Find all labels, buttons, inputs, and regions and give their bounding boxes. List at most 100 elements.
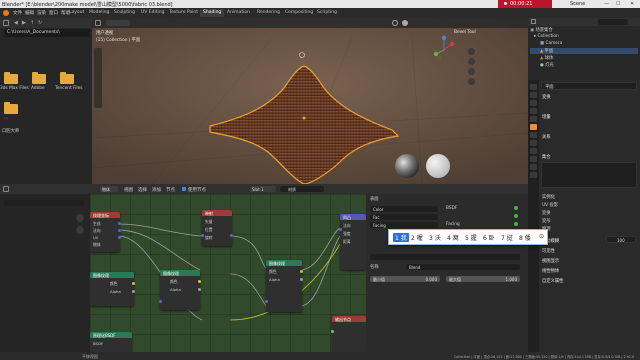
menu-node[interactable]: 节点 (166, 187, 175, 193)
tab-uv-editing[interactable]: UV Editing (138, 9, 167, 17)
close-button[interactable]: ✕ (630, 1, 634, 7)
scene-name[interactable]: Scene (570, 1, 585, 7)
input-socket[interactable] (339, 228, 342, 231)
modifier-tab-icon[interactable] (530, 132, 537, 138)
physics-tab-icon[interactable] (530, 148, 537, 154)
recording-timer[interactable]: 00:00:21 (498, 0, 552, 8)
world-tab-icon[interactable] (530, 116, 537, 122)
zoom-icon[interactable] (468, 48, 475, 55)
tab-layout[interactable]: Layout (66, 9, 87, 17)
section-transform[interactable]: 变换 (542, 94, 551, 100)
tab-animation[interactable]: Animation (224, 9, 253, 17)
output-socket[interactable] (132, 290, 135, 293)
pan-hand-icon[interactable] (76, 226, 84, 234)
particles-tab-icon[interactable] (530, 140, 537, 146)
node-texture-coordinate[interactable]: 纹理坐标 生成 法向 UV 物体 (90, 212, 121, 252)
tool-shelf[interactable] (94, 48, 102, 108)
folder-icon[interactable] (4, 72, 18, 84)
ime-candidate[interactable]: 1 我 (393, 233, 409, 242)
outliner-item-collection[interactable]: ▸ Collection (530, 34, 638, 40)
ime-candidate[interactable]: 8 倭 (519, 233, 531, 242)
menu-file[interactable]: 文件 (13, 10, 22, 16)
3d-viewport[interactable]: 用户透视 (15) Collection | 平面 Bevel Tool (92, 18, 528, 184)
tab-shading[interactable]: Shading (200, 9, 225, 17)
node-bump[interactable]: 凹凸 法向 强度 距离 (339, 214, 366, 270)
option-transform[interactable]: 变换 (542, 210, 551, 216)
parent-folder-icon[interactable]: ↑ (30, 20, 34, 26)
object-tab-icon[interactable] (530, 124, 537, 130)
input-facing[interactable]: Facing (370, 222, 438, 228)
tab-modeling[interactable]: Modeling (86, 9, 112, 17)
constraint-tab-icon[interactable] (530, 156, 537, 162)
minimize-button[interactable]: — (604, 1, 609, 7)
camera-view-icon[interactable] (468, 68, 475, 75)
material-selector[interactable]: 材质 (280, 186, 324, 192)
node-image-texture[interactable]: 图像纹理 颜色 Alpha (159, 270, 201, 310)
section-viewport-display[interactable]: 视图显示 (542, 258, 559, 264)
tab-rendering[interactable]: Rendering (254, 9, 283, 17)
ime-candidate[interactable]: 3 沃 (429, 233, 441, 242)
slot-selector[interactable]: Slot 1 (250, 186, 276, 192)
output-socket[interactable] (118, 236, 121, 239)
node-group-field[interactable] (370, 254, 520, 260)
refresh-icon[interactable]: ↻ (38, 20, 42, 26)
file-path-field[interactable]: C:\Users\A_Documents\ (4, 29, 90, 37)
ime-candidate-bar[interactable]: 1 我 2 喔 3 沃 4 窝 5 握 6 卧 7 挝 8 倭 ⊙ (388, 229, 548, 245)
ime-candidate[interactable]: 4 窝 (447, 233, 459, 242)
menu-render[interactable]: 渲染 (37, 10, 46, 16)
section-custom-properties[interactable]: 自定义属性 (542, 278, 563, 284)
folder-icon[interactable] (32, 72, 46, 84)
render-tab-icon[interactable] (530, 92, 537, 98)
output-socket[interactable] (230, 234, 233, 237)
section-delta[interactable]: 增量 (542, 114, 551, 120)
section-instancing[interactable]: 实例化 (542, 194, 555, 200)
material-tab-icon[interactable] (530, 172, 537, 178)
zoom-icon[interactable] (76, 214, 84, 222)
back-arrow-icon[interactable]: ◀ (14, 20, 18, 26)
panel-header[interactable]: 表面 (370, 196, 379, 202)
outliner-search-field[interactable] (598, 19, 628, 25)
tool-tab-icon[interactable] (530, 84, 537, 90)
input-socket[interactable] (265, 300, 268, 303)
ime-candidate[interactable]: 5 握 (465, 233, 477, 242)
mode-selector[interactable] (106, 20, 130, 26)
editor-type-icon[interactable] (3, 186, 9, 192)
section-visibility[interactable]: 可见性 (542, 248, 555, 254)
use-nodes-checkbox[interactable] (182, 186, 186, 191)
viewport-shading-material-icon[interactable] (402, 20, 408, 26)
outliner-item-plane[interactable]: ▲ 平面 (530, 48, 638, 54)
editor-type-icon[interactable] (3, 20, 9, 26)
output-socket[interactable] (198, 288, 201, 291)
ime-candidate[interactable]: 6 卧 (483, 233, 495, 242)
blend-field[interactable]: Blend (406, 264, 520, 270)
tab-compositing[interactable]: Compositing (282, 9, 316, 17)
menu-edit[interactable]: 编辑 (25, 10, 34, 16)
node-image-texture[interactable]: 图像纹理 颜色 Alpha (90, 272, 135, 306)
filter-field[interactable] (4, 200, 84, 206)
pan-hand-icon[interactable] (468, 58, 475, 65)
min-slider[interactable]: 最小值 0.000 (370, 276, 440, 282)
output-tab-icon[interactable] (530, 100, 537, 106)
node-material-output[interactable]: 输出节点 (331, 316, 366, 352)
maximize-button[interactable]: ☐ (616, 1, 620, 7)
collections-list[interactable] (541, 162, 637, 188)
option-uv-project[interactable]: UV 投影 (542, 202, 558, 208)
option-deform[interactable]: 变形 (542, 218, 551, 224)
output-socket[interactable] (118, 229, 121, 232)
input-fac[interactable]: Fac (370, 214, 438, 220)
shader-type-selector[interactable]: 物体 (100, 186, 118, 192)
menu-view[interactable]: 视图 (124, 187, 133, 193)
node-mapping[interactable]: 映射 矢量 位置 旋转 (201, 210, 233, 246)
output-socket[interactable] (198, 280, 201, 283)
section-collections[interactable]: 集合 (542, 154, 551, 160)
menu-window[interactable]: 窗口 (49, 10, 58, 16)
folder-icon[interactable] (60, 72, 74, 84)
outliner-item-sphere[interactable]: ▲ 球体 (530, 55, 638, 61)
data-tab-icon[interactable] (530, 164, 537, 170)
menu-select[interactable]: 选择 (138, 187, 147, 193)
editor-type-icon[interactable] (531, 19, 536, 24)
outliner-root[interactable]: ▣ 场景集合 (530, 27, 638, 33)
tab-sculpting[interactable]: Sculpting (111, 9, 138, 17)
scene-tab-icon[interactable] (530, 108, 537, 114)
output-socket[interactable] (118, 222, 121, 225)
